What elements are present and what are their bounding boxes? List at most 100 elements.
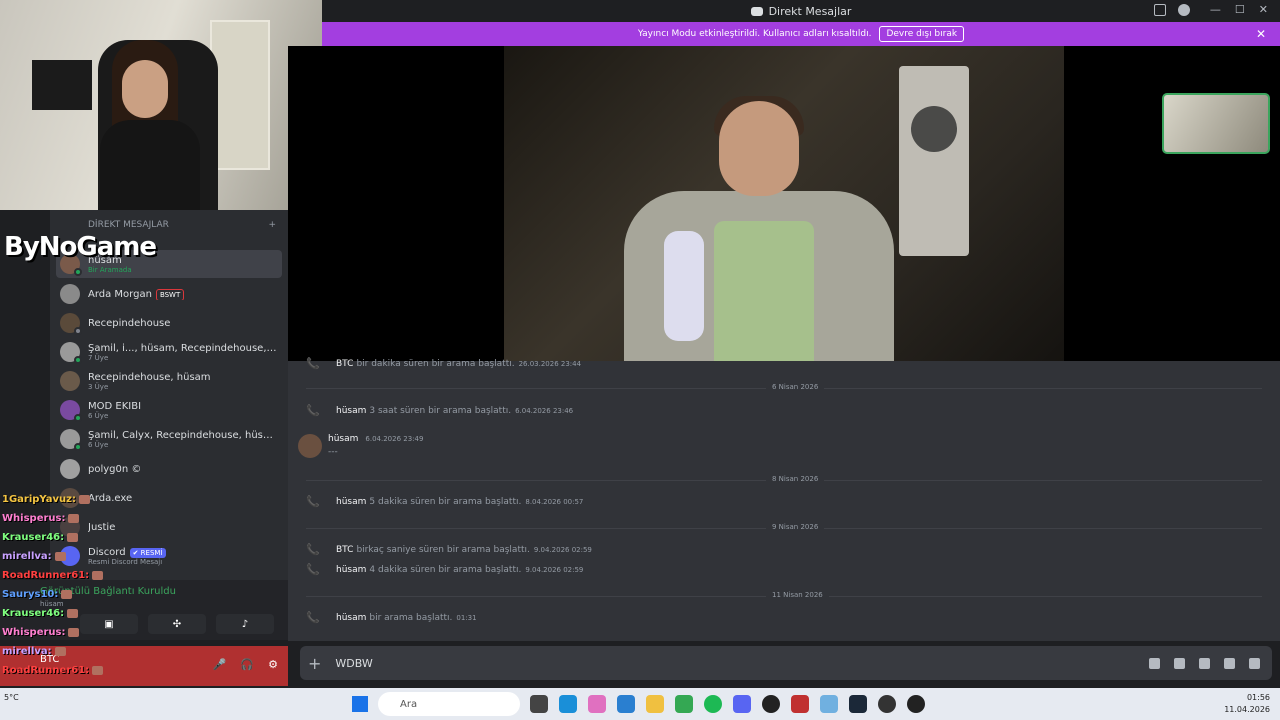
taskbar-search[interactable]: Ara [378,692,520,716]
system-tray[interactable]: 01:56 11.04.2026 [1224,692,1270,716]
chat-message: hüsam 6.04.2026 23:49 --- [298,434,423,458]
task-view-icon[interactable] [530,695,548,713]
help-icon[interactable] [1178,4,1190,16]
dm-members: 6 Üye [88,411,109,420]
headphones-icon[interactable]: 🎧 [240,658,254,671]
avatar [60,400,82,422]
dm-name: Şamil, Calyx, Recepindehouse, hüsam, u..… [88,429,278,441]
dm-item[interactable]: Recepindehouse [56,309,282,337]
message-input[interactable]: WDBW [335,657,372,670]
attach-icon[interactable]: + [308,654,321,673]
dm-name: MOD EKİBİ [88,400,142,412]
call-message: 📞 hüsam bir arama başlattı. 01:31 [306,611,477,624]
maximize-button[interactable]: ☐ [1235,3,1245,16]
gift-icon[interactable] [1149,657,1160,669]
phone-icon: 📞 [306,543,320,556]
avatar [298,434,322,458]
date-divider: 8 Nisan 2026 [306,475,1262,483]
official-badge: ✔ RESMİ [129,547,166,558]
chrome-icon[interactable] [675,695,693,713]
dm-name: Recepindehouse, hüsam [88,371,211,383]
avatar [60,342,82,364]
call-message: 📞 hüsam 5 dakika süren bir arama başlattı.… [306,495,584,508]
soundboard-button[interactable]: ♪ [216,614,274,634]
avatar [60,313,82,335]
phone-icon: 📞 [306,495,320,508]
phone-icon: 📞 [306,404,320,417]
call-message: 📞 hüsam 4 dakika süren bir arama başlattı.… [306,563,584,576]
settings-icon[interactable]: ⚙ [268,658,278,671]
dm-header-label: DİREKT MESAJLAR [88,220,169,230]
weather-widget[interactable]: 5°C [4,692,19,704]
washing-machine [899,66,969,256]
phone-icon: 📞 [306,563,320,576]
gif-icon[interactable] [1174,657,1185,669]
explorer-icon[interactable] [646,695,664,713]
store-icon[interactable] [617,695,635,713]
dm-name: polyg0n © [88,463,142,475]
app-icon[interactable] [820,695,838,713]
remote-participant [624,96,894,361]
media-icon[interactable] [907,695,925,713]
discord-icon[interactable] [733,695,751,713]
banner-text: Yayıncı Modu etkinleştirildi. Kullanıcı … [637,29,872,39]
face [122,60,168,118]
dm-members: 7 Üye [88,353,109,362]
activities-button[interactable]: ✣ [148,614,206,634]
discord-logo-icon [750,6,763,16]
dm-item[interactable]: Arda Morgan BSWT [56,280,282,308]
dm-item[interactable]: Recepindehouse, hüsam 3 Üye [56,367,282,395]
emoji-icon[interactable] [1224,657,1235,669]
remote-video[interactable] [504,46,1064,361]
call-message: 📞 BTC birkaç saniye süren bir arama başlat… [306,543,592,556]
dm-item[interactable]: Şamil, Calyx, Recepindehouse, hüsam, u..… [56,425,282,453]
apps-icon[interactable] [1249,657,1260,669]
stream-chat-overlay: 1GaripYavuz: Whisperus: Krauser46: mirel… [2,490,112,680]
close-button[interactable]: ✕ [1259,3,1268,16]
clock-date: 11.04.2026 [1224,705,1270,714]
app-icon[interactable] [762,695,780,713]
inbox-icon[interactable] [1154,4,1166,16]
dm-name: Şamil, i..., hüsam, Recepindehouse, Caly… [88,342,278,354]
spotify-icon[interactable] [704,695,722,713]
call-message: 📞 BTC bir dakika süren bir arama başlattı.… [306,357,582,370]
sticker-icon[interactable] [1199,657,1210,669]
date-divider: 9 Nisan 2026 [306,523,1262,531]
avatar [60,284,80,304]
call-message: 📞 hüsam 3 saat süren bir arama başlattı. 6.… [306,404,574,417]
taskbar-apps [530,695,925,713]
dm-item[interactable]: MOD EKİBİ 6 Üye [56,396,282,424]
microphone-icon[interactable]: 🎤 [213,658,227,671]
dm-item[interactable]: Şamil, i..., hüsam, Recepindehouse, Caly… [56,338,282,366]
minimize-button[interactable]: — [1210,3,1221,16]
dm-name: Recepindehouse [88,317,171,329]
microphone [664,231,704,341]
door [210,20,270,170]
message-list: 📞 BTC bir dakika süren bir arama başlattı.… [288,357,1280,641]
dm-members: 6 Üye [88,440,109,449]
avatar [60,429,82,451]
video-call-area [288,46,1280,361]
app-icon[interactable] [791,695,809,713]
obs-icon[interactable] [878,695,896,713]
new-dm-button[interactable]: + [268,220,276,230]
disable-streamer-mode-button[interactable]: Devre dışı bırak [879,26,965,42]
shirt [100,120,200,210]
avatar [60,459,80,479]
banner-close-icon[interactable]: ✕ [1256,27,1266,41]
steam-icon[interactable] [849,695,867,713]
dm-status: Bir Aramada [88,265,132,274]
date-divider: 6 Nisan 2026 [306,383,1262,391]
edge-icon[interactable] [559,695,577,713]
tv [32,60,92,110]
bynogame-logo: ByNoGame [4,232,157,262]
dm-name: Arda Morgan BSWT [88,288,185,300]
windows-start-icon[interactable] [352,696,368,712]
date-divider: 11 Nisan 2026 [306,591,1262,599]
self-video-pip[interactable] [1162,93,1270,154]
copilot-icon[interactable] [588,695,606,713]
streamer-webcam [0,0,322,210]
dm-item[interactable]: polyg0n © [56,455,282,483]
message-composer[interactable]: + WDBW [300,646,1272,680]
dm-members: 3 Üye [88,382,109,391]
